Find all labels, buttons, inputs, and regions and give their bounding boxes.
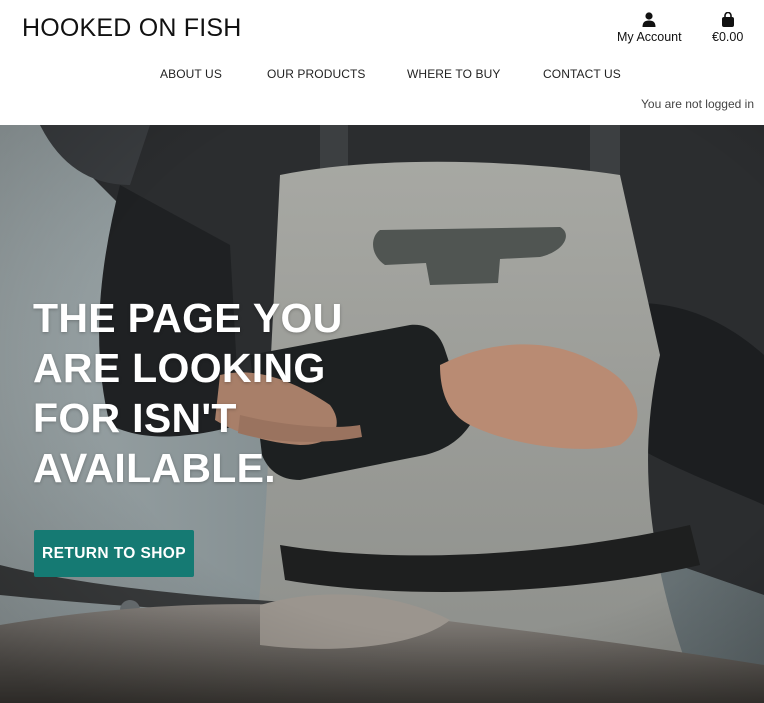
bag-total: €0.00 [712,30,744,44]
error-headline: THE PAGE YOU ARE LOOKING FOR ISN'T AVAIL… [33,293,363,493]
return-to-shop-button[interactable]: RETURN TO SHOP [34,530,194,577]
headline-line: FOR ISN'T [33,395,237,441]
headline-line: THE PAGE YOU [33,295,343,341]
nav-contact-us[interactable]: CONTACT US [543,67,621,81]
site-header: HOOKED ON FISH My Account €0.00 ABOUT US… [0,0,764,125]
shopping-bag-icon [721,12,734,27]
nav-where-to-buy[interactable]: WHERE TO BUY [407,67,500,81]
headline-line: AVAILABLE. [33,445,276,491]
nav-about-us[interactable]: ABOUT US [160,67,222,81]
main-navigation: ABOUT US OUR PRODUCTS WHERE TO BUY CONTA… [0,67,764,83]
my-account-label: My Account [617,30,682,44]
my-account-link[interactable]: My Account [617,12,682,44]
headline-line: ARE LOOKING [33,345,326,391]
shopping-bag-link[interactable]: €0.00 [712,12,743,44]
login-status: You are not logged in [641,97,754,111]
user-icon [642,12,656,27]
hero-banner: THE PAGE YOU ARE LOOKING FOR ISN'T AVAIL… [0,125,764,703]
site-logo[interactable]: HOOKED ON FISH [22,14,242,43]
nav-our-products[interactable]: OUR PRODUCTS [267,67,366,81]
